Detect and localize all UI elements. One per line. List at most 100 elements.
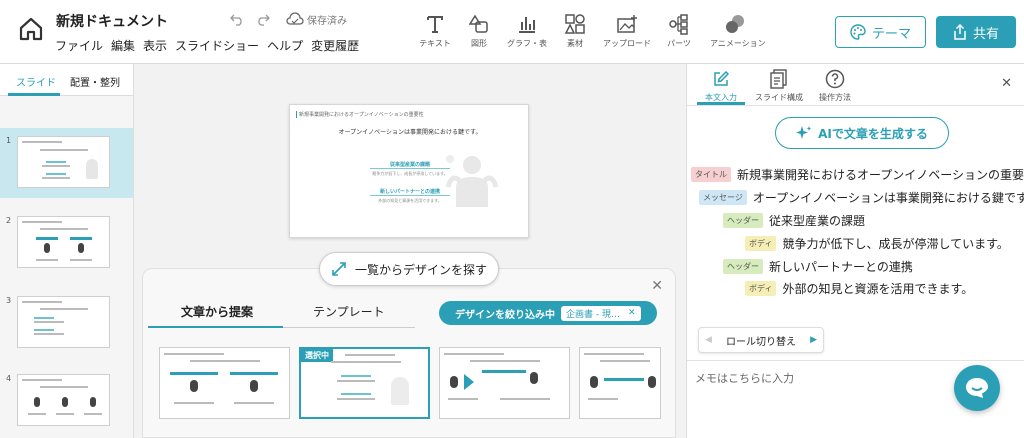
role-row-body-1[interactable]: ボディ 競争力が低下し、成長が停滞しています。 <box>745 235 1009 252</box>
slides-panel-tabs: スライド 配置・整列 <box>0 64 133 96</box>
design-card-1[interactable] <box>159 347 290 419</box>
chart-icon <box>502 12 552 36</box>
close-icon[interactable]: ✕ <box>628 308 636 318</box>
shapes-icon <box>454 12 504 36</box>
edit-icon <box>695 68 747 90</box>
share-button[interactable]: 共有 <box>936 16 1016 48</box>
role-switch-label: ロール切り替え <box>726 336 796 348</box>
undo-icon[interactable] <box>230 12 244 26</box>
assets-icon <box>550 12 600 36</box>
cloud-saved-icon <box>286 12 304 26</box>
help-icon <box>809 68 861 90</box>
role-text[interactable]: 新規事業開発におけるオープンイノベーションの重要性 <box>737 166 1024 183</box>
close-icon[interactable]: ✕ <box>1001 76 1012 91</box>
tab-suggest-from-text[interactable]: 文章から提案 <box>181 303 253 320</box>
menu-file[interactable]: ファイル <box>55 37 103 54</box>
theme-button[interactable]: テーマ <box>835 16 926 48</box>
slide-preview <box>17 136 110 188</box>
role-row-message[interactable]: メッセージ オープンイノベーションは事業開発における鍵です。 <box>699 189 1024 206</box>
role-row-body-2[interactable]: ボディ 外部の知見と資源を活用できます。 <box>745 280 973 297</box>
role-tag[interactable]: ボディ <box>745 236 777 251</box>
slide-thumbnail-2[interactable]: 2 <box>0 208 133 278</box>
slide-thumbnail-3[interactable]: 3 <box>0 288 133 358</box>
memo-input[interactable]: メモはこちらに入力 <box>695 370 794 386</box>
design-filter-pill[interactable]: デザインを絞り込み中 企画書 - 現… ✕ <box>439 301 657 325</box>
divider <box>687 360 1024 361</box>
tool-assets[interactable]: 素材 <box>550 12 600 49</box>
document-title[interactable]: 新規ドキュメント <box>56 11 168 31</box>
parts-icon <box>654 12 704 36</box>
tab-arrange[interactable]: 配置・整列 <box>70 74 120 89</box>
tool-chart[interactable]: グラフ・表 <box>502 12 552 49</box>
chat-icon <box>964 376 990 400</box>
chevron-left-icon[interactable]: ◀ <box>705 335 712 345</box>
chat-support-button[interactable] <box>954 365 1000 411</box>
upload-icon <box>602 12 652 36</box>
role-text[interactable]: 新しいパートナーとの連携 <box>769 258 913 275</box>
home-icon[interactable] <box>18 16 44 42</box>
menu-edit[interactable]: 編集 <box>111 37 135 54</box>
role-switch-control[interactable]: ◀ ロール切り替え ▶ <box>698 327 824 353</box>
menu-bar: ファイル 編集 表示 スライドショー ヘルプ 変更履歴 <box>55 37 359 54</box>
design-card-4[interactable] <box>579 347 661 419</box>
slide-number: 2 <box>6 216 12 225</box>
role-tag[interactable]: ヘッダー <box>723 259 763 274</box>
role-text[interactable]: オープンイノベーションは事業開発における鍵です。 <box>753 189 1024 206</box>
browse-designs-button[interactable]: 一覧からデザインを探す <box>319 252 499 286</box>
tool-parts[interactable]: パーツ <box>654 12 704 49</box>
role-tag[interactable]: ボディ <box>745 281 777 296</box>
menu-view[interactable]: 表示 <box>143 37 167 54</box>
slides-panel: スライド 配置・整列 1 2 3 4 <box>0 64 134 438</box>
tab-slides[interactable]: スライド <box>16 74 56 89</box>
role-text[interactable]: 外部の知見と資源を活用できます。 <box>782 280 973 297</box>
slide-number: 1 <box>6 136 12 145</box>
divider <box>370 168 450 169</box>
tab-templates[interactable]: テンプレート <box>313 303 385 320</box>
share-label: 共有 <box>972 26 999 42</box>
slide-thumbnail-1[interactable]: 1 <box>0 128 133 198</box>
role-row-title[interactable]: タイトル 新規事業開発におけるオープンイノベーションの重要性 <box>691 166 1024 183</box>
slide-thumbnail-4[interactable]: 4 <box>0 366 133 436</box>
role-text[interactable]: 競争力が低下し、成長が停滞しています。 <box>782 235 1008 252</box>
slide-preview <box>17 296 110 348</box>
filter-chip[interactable]: 企画書 - 現… ✕ <box>561 305 641 321</box>
tool-shapes[interactable]: 図形 <box>454 12 504 49</box>
tab-how-to[interactable]: 操作方法 <box>809 68 861 103</box>
slide-preview <box>17 216 110 268</box>
slide-preview <box>17 374 110 426</box>
role-row-header-1[interactable]: ヘッダー 従来型産業の課題 <box>723 212 865 229</box>
tool-text[interactable]: テキスト <box>410 12 460 49</box>
menu-history[interactable]: 変更履歴 <box>311 37 359 54</box>
role-text[interactable]: 従来型産業の課題 <box>769 212 865 229</box>
theme-label: テーマ <box>871 26 911 42</box>
tab-slide-structure[interactable]: スライド構成 <box>749 68 809 103</box>
slide-message[interactable]: オープンイノベーションは事業開発における鍵です。 <box>290 127 530 136</box>
role-tag[interactable]: タイトル <box>691 167 731 182</box>
sparkle-icon <box>796 125 812 141</box>
ai-generate-button[interactable]: AIで文章を生成する <box>775 117 949 149</box>
menu-help[interactable]: ヘルプ <box>267 37 303 54</box>
role-tag[interactable]: メッセージ <box>699 190 747 205</box>
design-card-2[interactable]: 選択中 <box>299 347 430 419</box>
role-tag[interactable]: ヘッダー <box>723 213 763 228</box>
text-icon <box>410 12 460 36</box>
tool-animation[interactable]: アニメーション <box>710 12 766 49</box>
businessperson-illustration[interactable] <box>442 151 502 207</box>
divider <box>370 195 450 196</box>
design-card-3[interactable] <box>439 347 570 419</box>
menu-slideshow[interactable]: スライドショー <box>175 37 259 54</box>
tab-divider <box>283 327 415 328</box>
slide-canvas[interactable]: 新規事業開発におけるオープンイノベーションの重要性 オープンイノベーションは事業… <box>289 104 529 238</box>
redo-icon[interactable] <box>256 12 270 26</box>
tab-text-input[interactable]: 本文入力 <box>695 68 747 103</box>
role-row-header-2[interactable]: ヘッダー 新しいパートナーとの連携 <box>723 258 913 275</box>
ai-generate-label: AIで文章を生成する <box>818 126 928 141</box>
tool-upload[interactable]: アップロード <box>602 12 652 49</box>
slide-header[interactable]: 新規事業開発におけるオープンイノベーションの重要性 <box>296 111 424 118</box>
filter-chip-label: 企画書 - 現… <box>566 309 620 320</box>
slide-number: 4 <box>6 374 12 383</box>
chevron-right-icon[interactable]: ▶ <box>810 335 817 345</box>
save-status: 保存済み <box>307 16 347 27</box>
close-icon[interactable]: ✕ <box>651 278 663 294</box>
share-icon <box>953 24 967 40</box>
